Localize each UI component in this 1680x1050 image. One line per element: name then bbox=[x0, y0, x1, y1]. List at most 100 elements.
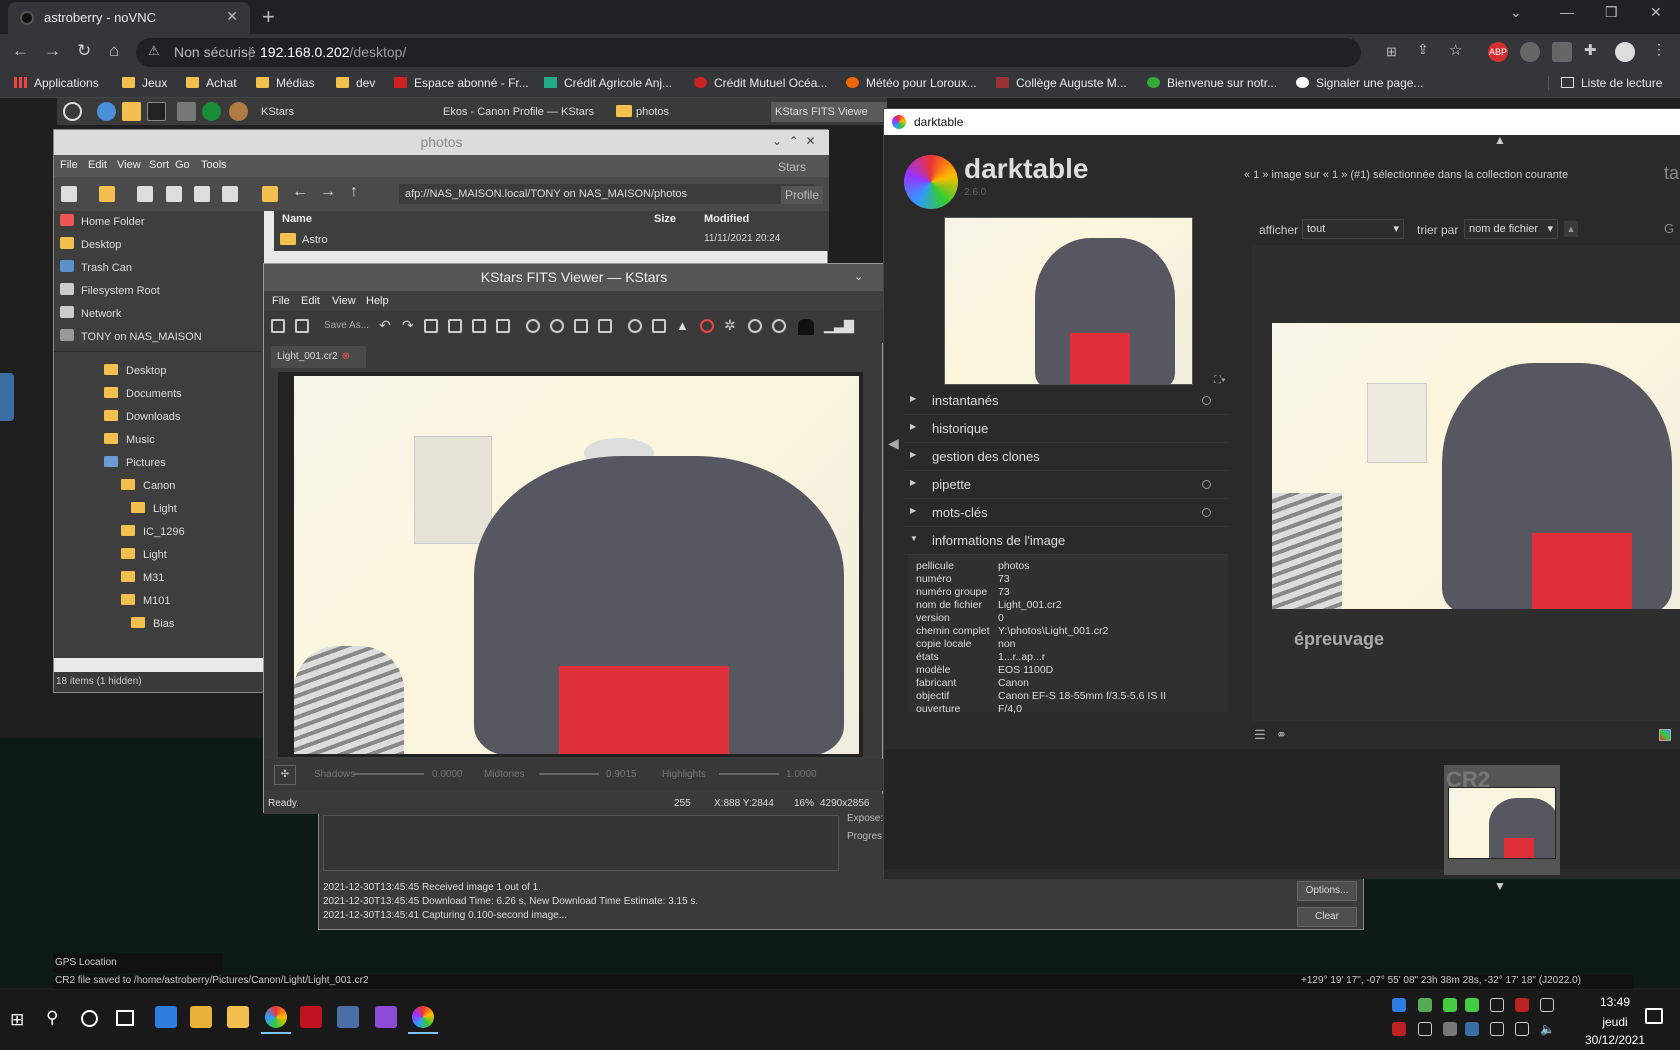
close-tab-icon[interactable]: ⊗ bbox=[342, 351, 350, 362]
address-bar[interactable]: ⚠ Non sécurisé | 192.168.0.202/desktop/ … bbox=[136, 38, 1397, 67]
sort-select[interactable]: nom de fichier ▾ bbox=[1464, 219, 1558, 239]
close-tab-icon[interactable]: ✕ bbox=[226, 8, 238, 25]
place-desktop[interactable]: Desktop bbox=[60, 234, 121, 257]
windows-start-icon[interactable]: ⊞ bbox=[10, 1010, 24, 1030]
kstars-launcher-icon[interactable] bbox=[202, 102, 221, 121]
midtones-slider[interactable] bbox=[539, 773, 599, 775]
forward-icon[interactable]: → bbox=[44, 41, 61, 61]
cube-extension-icon[interactable] bbox=[1552, 42, 1572, 62]
clock-day[interactable]: jeudi bbox=[1580, 1015, 1650, 1029]
darktable-task-icon[interactable] bbox=[412, 1006, 434, 1028]
mail-app-icon[interactable] bbox=[190, 1006, 212, 1028]
stars-detect-icon[interactable] bbox=[700, 319, 714, 333]
menu-tools[interactable]: Tools bbox=[201, 159, 227, 171]
new-window-icon[interactable] bbox=[61, 186, 77, 202]
bookmark-link[interactable]: Bienvenue sur notr... bbox=[1147, 76, 1277, 90]
flip-vertical-icon[interactable] bbox=[598, 319, 612, 333]
notifications-icon[interactable] bbox=[1645, 1008, 1663, 1024]
shadows-slider[interactable] bbox=[354, 773, 424, 775]
tree-node[interactable]: Bias bbox=[131, 613, 174, 636]
phd2-icon[interactable] bbox=[229, 102, 248, 121]
tree-node[interactable]: Downloads bbox=[104, 406, 180, 429]
task-photos[interactable]: photos bbox=[612, 102, 712, 122]
menu-view[interactable]: View bbox=[332, 295, 356, 307]
bookmark-folder[interactable]: Jeux bbox=[122, 76, 167, 90]
tree-node[interactable]: Pictures bbox=[104, 452, 166, 475]
highlights-value[interactable]: 1.0000 bbox=[786, 769, 817, 780]
menu-sort[interactable]: Sort bbox=[149, 159, 169, 171]
module-history[interactable]: ▶ historique bbox=[904, 415, 1229, 443]
profile-avatar-icon[interactable] bbox=[1615, 42, 1635, 62]
new-folder-icon[interactable] bbox=[99, 186, 115, 202]
browser-tab[interactable]: astroberry - noVNC ✕ bbox=[8, 2, 250, 34]
bookmark-apps[interactable]: Applications bbox=[14, 76, 99, 90]
menu-go[interactable]: Go bbox=[175, 159, 190, 171]
back-icon[interactable]: ← bbox=[12, 41, 29, 61]
restore-icon[interactable]: ❐ bbox=[1605, 4, 1618, 21]
highlights-slider[interactable] bbox=[719, 773, 779, 775]
clear-button[interactable]: Clear bbox=[1297, 907, 1357, 927]
tab-search-icon[interactable]: ⌄ bbox=[1510, 4, 1522, 21]
bookmark-star-icon[interactable]: ☆ bbox=[1449, 41, 1462, 59]
module-snapshots[interactable]: ▶ instantanés bbox=[904, 387, 1229, 415]
up-icon[interactable]: ↑ bbox=[350, 183, 358, 201]
share-icon[interactable]: ⇪ bbox=[1417, 41, 1429, 58]
menu-file[interactable]: File bbox=[272, 295, 290, 307]
options-button[interactable]: Options... bbox=[1297, 881, 1357, 901]
file-explorer-icon[interactable] bbox=[227, 1006, 249, 1028]
rotate-right-icon[interactable] bbox=[550, 319, 564, 333]
file-manager-icon[interactable] bbox=[122, 102, 141, 121]
zoom-options-icon[interactable]: ⛶▾ bbox=[1214, 375, 1226, 386]
place-home-folder[interactable]: Home Folder bbox=[60, 211, 145, 234]
volume-icon[interactable]: 🔈 bbox=[1540, 1022, 1555, 1036]
bookmark-link[interactable]: Espace abonné - Fr... bbox=[394, 76, 529, 90]
tree-node[interactable]: Light bbox=[131, 498, 177, 521]
tray-app-icon[interactable] bbox=[1490, 1022, 1504, 1036]
cortana-icon[interactable] bbox=[81, 1010, 98, 1027]
icon-view-icon[interactable] bbox=[166, 186, 182, 202]
navigation-thumbnail[interactable] bbox=[944, 217, 1193, 385]
info-icon[interactable] bbox=[748, 319, 762, 333]
midtones-value[interactable]: 0.9015 bbox=[606, 769, 637, 780]
module-tags[interactable]: ▶ mots-clés bbox=[904, 499, 1229, 527]
remote-desktop-icon[interactable] bbox=[337, 1006, 359, 1028]
sort-order-icon[interactable]: ▲ bbox=[1564, 221, 1578, 237]
task-kstars[interactable]: KStars bbox=[257, 102, 407, 122]
telescope-icon[interactable] bbox=[177, 102, 196, 121]
bw-icon[interactable] bbox=[798, 319, 814, 335]
top-panel-toggle-icon[interactable]: ▲ bbox=[1494, 133, 1506, 147]
novnc-sidebar-handle[interactable] bbox=[0, 373, 14, 421]
tray-antivirus-icon[interactable] bbox=[1392, 1022, 1406, 1036]
extension-icon[interactable] bbox=[1520, 42, 1540, 62]
close-window-icon[interactable]: ✕ bbox=[1650, 4, 1662, 21]
bookmark-link[interactable]: Météo pour Loroux... bbox=[846, 76, 977, 90]
bottom-panel-toggle-icon[interactable]: ▼ bbox=[1494, 879, 1506, 893]
app-red-icon[interactable] bbox=[300, 1006, 322, 1028]
network-icon[interactable] bbox=[1515, 1022, 1529, 1036]
reset-icon[interactable] bbox=[1202, 508, 1211, 517]
histogram-icon[interactable]: ▁▃▇ bbox=[824, 318, 854, 334]
tray-steam-icon[interactable] bbox=[1465, 1022, 1479, 1036]
color-profile-icon[interactable] bbox=[1659, 729, 1671, 741]
path-input[interactable]: afp://NAS_MAISON.local/TONY on NAS_MAISO… bbox=[399, 184, 814, 204]
menu-help[interactable]: Help bbox=[366, 295, 389, 307]
bookmark-folder[interactable]: Achat bbox=[186, 76, 237, 90]
forward-icon[interactable]: → bbox=[320, 183, 336, 201]
center-icon[interactable]: ✣ bbox=[274, 765, 296, 785]
tree-node[interactable]: Documents bbox=[104, 383, 182, 406]
module-duplicates[interactable]: ▶ gestion des clones bbox=[904, 443, 1229, 471]
zoom-out-icon[interactable] bbox=[448, 319, 462, 333]
tree-node[interactable]: Light bbox=[121, 544, 167, 567]
search-icon[interactable]: ⚲ bbox=[46, 1008, 58, 1028]
tree-node[interactable]: Music bbox=[104, 429, 155, 452]
tray-usb-icon[interactable] bbox=[1418, 1022, 1432, 1036]
place-filesystem-root[interactable]: Filesystem Root bbox=[60, 280, 160, 303]
reset-icon[interactable] bbox=[1202, 396, 1211, 405]
reset-icon[interactable] bbox=[1202, 480, 1211, 489]
module-color-picker[interactable]: ▶ pipette bbox=[904, 471, 1229, 499]
tray-shield-icon[interactable] bbox=[1540, 998, 1554, 1012]
target-icon[interactable] bbox=[772, 319, 786, 333]
tray-app-icon[interactable] bbox=[1465, 998, 1479, 1012]
chrome-menu-icon[interactable]: ⋮ bbox=[1652, 41, 1666, 58]
shadows-value[interactable]: 0.0000 bbox=[432, 769, 463, 780]
